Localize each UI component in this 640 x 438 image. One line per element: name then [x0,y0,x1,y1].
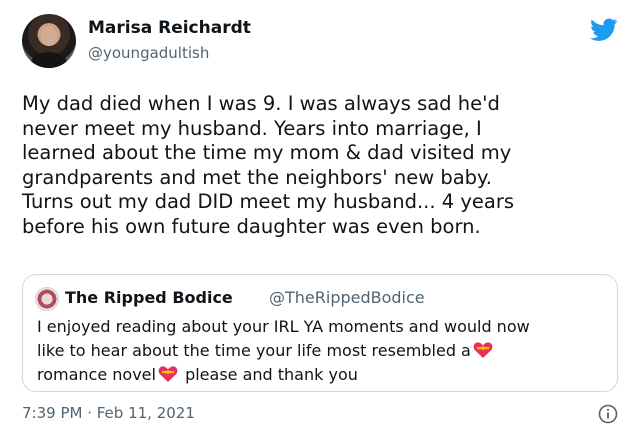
quoted-line: I enjoyed reading about your IRL YA mome… [37,317,530,336]
avatar-shirt [31,52,67,68]
quoted-tweet-text: I enjoyed reading about your IRL YA mome… [37,315,609,387]
info-icon[interactable] [598,404,618,424]
quoted-line-text: like to hear about the time your life mo… [37,341,471,360]
heart-with-ribbon-icon [158,366,178,382]
quoted-line-text: please and thank you [185,365,358,384]
author-avatar[interactable] [22,14,76,68]
tweet-timestamp[interactable]: 7:39 PM · Feb 11, 2021 [22,404,195,422]
avatar-face [41,26,57,46]
tweet-line: My dad died when I was 9. I was always s… [22,92,500,115]
author-name[interactable]: Marisa Reichardt [88,18,251,38]
quoted-line: like to hear about the time your life mo… [37,339,609,363]
quoted-author-name: The Ripped Bodice [65,288,233,307]
quoted-author-avatar [35,287,59,311]
tweet-line: grandparents and met the neighbors' new … [22,165,492,189]
quoted-line: romance novel please and thank you [37,363,609,387]
quoted-tweet-card[interactable]: The Ripped Bodice @TheRippedBodice I enj… [22,274,618,392]
quoted-line-text: romance novel [37,365,156,384]
heart-with-ribbon-icon [473,342,493,358]
tweet-text: My dad died when I was 9. I was always s… [22,92,626,239]
tweet-line: before his own future daughter was even … [22,214,481,238]
author-handle[interactable]: @youngadultish [88,44,209,62]
tweet-line: learned about the time my mom & dad visi… [22,141,512,164]
quoted-author-handle: @TheRippedBodice [269,288,425,307]
tweet-line: never meet my husband. Years into marria… [22,116,482,140]
tweet-line: Turns out my dad DID meet my husband... … [22,190,515,213]
twitter-bird-icon [590,18,618,41]
